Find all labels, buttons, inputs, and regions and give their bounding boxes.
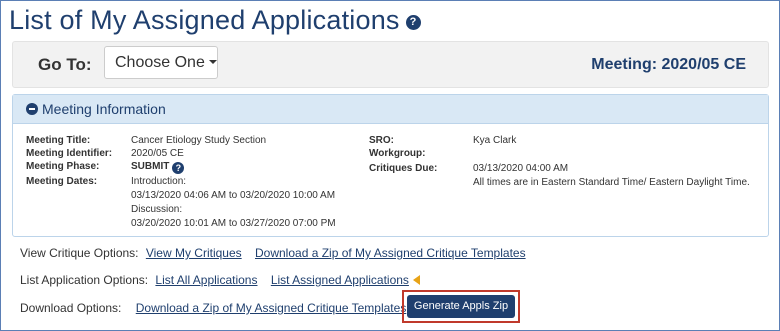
page-title-text: List of My Assigned Applications: [9, 5, 400, 35]
help-icon[interactable]: ?: [405, 15, 421, 30]
download-options-row: Download Options: Download a Zip of My A…: [20, 301, 406, 315]
generate-appls-zip-button[interactable]: Generate Appls Zip: [407, 295, 515, 318]
discussion-label: Discussion:: [131, 204, 183, 215]
download-options-label: Download Options:: [20, 301, 122, 315]
sro-value: Kya Clark: [473, 135, 517, 146]
meeting-phase-label: Meeting Phase:: [26, 161, 100, 172]
meeting-phase-value: SUBMIT?: [131, 160, 185, 174]
list-all-applications-link[interactable]: List All Applications: [155, 273, 257, 287]
meeting-title-value: Cancer Etiology Study Section: [131, 135, 267, 146]
critiques-due-label: Critiques Due:: [369, 163, 438, 174]
download-zip-templates-link[interactable]: Download a Zip of My Assigned Critique T…: [136, 301, 407, 315]
meeting-info-header[interactable]: Meeting Information: [13, 95, 768, 124]
list-options-row: List Application Options: List All Appli…: [20, 273, 420, 287]
workgroup-label: Workgroup:: [369, 148, 426, 159]
sro-label: SRO:: [369, 135, 394, 146]
download-critique-templates-link[interactable]: Download a Zip of My Assigned Critique T…: [255, 246, 526, 260]
meeting-title-label: Meeting Title:: [26, 135, 91, 146]
meeting-identifier-value: 2020/05 CE: [131, 148, 184, 159]
meeting-identifier-label: Meeting Identifier:: [26, 148, 113, 159]
page-frame: List of My Assigned Applications? Go To:…: [0, 0, 780, 331]
list-assigned-applications-link[interactable]: List Assigned Applications: [271, 273, 409, 287]
meeting-dates-label: Meeting Dates:: [26, 176, 98, 187]
meeting-info-panel: Meeting Information Meeting Title: Cance…: [12, 94, 769, 237]
page-title: List of My Assigned Applications?: [9, 5, 421, 36]
critique-options-label: View Critique Options:: [20, 246, 139, 260]
list-options-label: List Application Options:: [20, 273, 149, 287]
help-icon[interactable]: ?: [172, 162, 185, 174]
meeting-heading: Meeting: 2020/05 CE: [591, 56, 746, 73]
introduction-dates: 03/13/2020 04:06 AM to 03/20/2020 10:00 …: [131, 190, 336, 201]
generate-zip-highlight: Generate Appls Zip: [402, 290, 520, 323]
discussion-dates: 03/20/2020 10:01 AM to 03/27/2020 07:00 …: [131, 218, 336, 229]
meeting-info-title: Meeting Information: [42, 101, 166, 117]
meeting-phase-text: SUBMIT: [131, 161, 170, 172]
goto-label: Go To:: [38, 55, 92, 74]
introduction-label: Introduction:: [131, 176, 187, 187]
caret-left-icon: [412, 275, 420, 285]
timezone-note: All times are in Eastern Standard Time/ …: [473, 177, 750, 188]
critiques-due-value: 03/13/2020 04:00 AM: [473, 163, 569, 174]
chevron-down-icon: [208, 60, 217, 64]
goto-select[interactable]: Choose One: [104, 46, 218, 79]
view-my-critiques-link[interactable]: View My Critiques: [146, 246, 242, 260]
minus-circle-icon[interactable]: [26, 103, 38, 115]
goto-bar: Go To: Choose One Meeting: 2020/05 CE: [12, 41, 769, 88]
goto-select-value: Choose One: [115, 54, 205, 71]
critique-options-row: View Critique Options: View My Critiques…: [20, 246, 526, 260]
